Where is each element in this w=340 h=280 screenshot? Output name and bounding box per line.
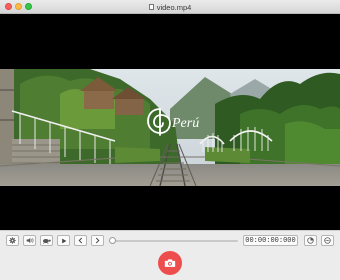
volume-button[interactable] [23, 235, 36, 246]
previous-frame-button[interactable] [74, 235, 87, 246]
camera-icon [164, 259, 176, 267]
app-window: video.mp4 Perú 00:00:00:000 [0, 0, 340, 280]
play-button[interactable] [57, 235, 70, 246]
clock-icon [307, 237, 314, 244]
more-button[interactable] [321, 235, 334, 246]
control-bar: 00:00:00:000 [0, 230, 340, 250]
settings-button[interactable] [6, 235, 19, 246]
seek-handle[interactable] [109, 237, 116, 244]
video-frame: Perú [0, 69, 340, 186]
snapshot-button[interactable] [158, 251, 182, 275]
chevron-right-icon [95, 237, 100, 244]
turtle-icon [42, 238, 51, 244]
title-bar: video.mp4 [0, 0, 340, 14]
play-icon [61, 238, 66, 243]
bottom-bar [0, 250, 340, 280]
next-frame-button[interactable] [91, 235, 104, 246]
video-player[interactable]: Perú [0, 14, 340, 230]
gear-icon [9, 237, 16, 244]
document-icon [148, 4, 154, 10]
window-title: video.mp4 [156, 2, 192, 12]
clock-button[interactable] [304, 235, 317, 246]
playback-speed-button[interactable] [40, 235, 53, 246]
video-frame-image: Perú [0, 69, 340, 186]
window-title-group: video.mp4 [0, 0, 340, 14]
peru-logo-text: Perú [171, 116, 199, 131]
timecode-display: 00:00:00:000 [243, 235, 298, 246]
volume-icon [26, 237, 33, 244]
seek-bar[interactable] [112, 240, 238, 242]
more-icon [324, 237, 331, 244]
chevron-left-icon [78, 237, 83, 244]
